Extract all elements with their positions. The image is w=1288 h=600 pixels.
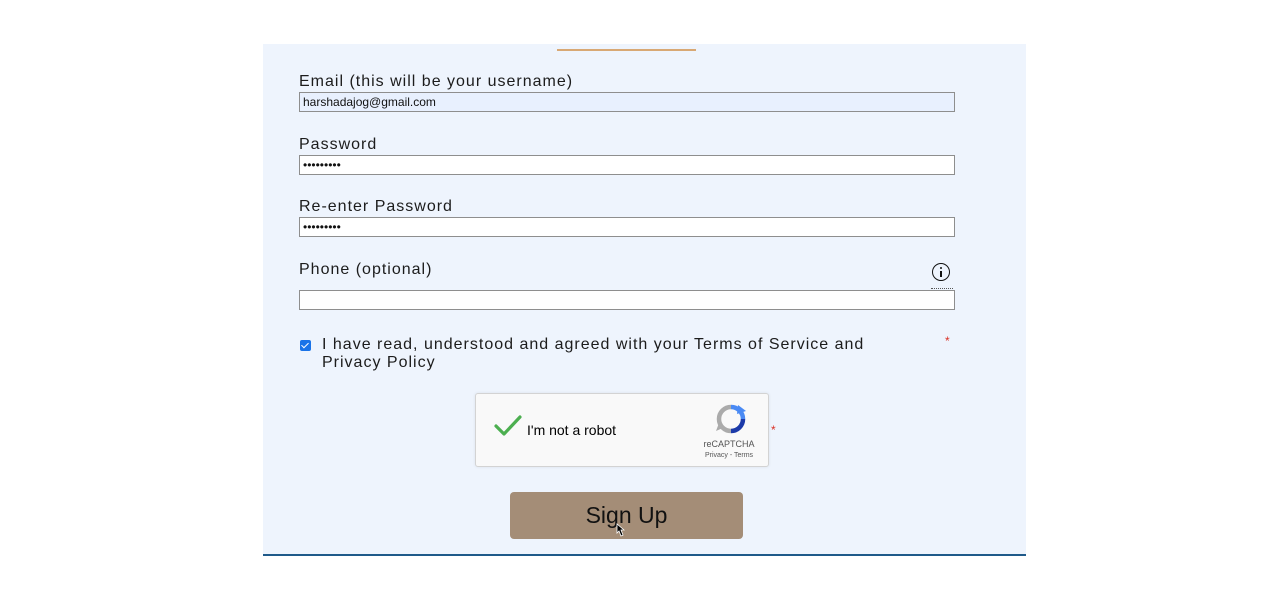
password-field[interactable]: •••••••••	[299, 155, 955, 175]
recaptcha-label: I'm not a robot	[527, 422, 617, 438]
phone-label: Phone (optional)	[299, 261, 433, 278]
info-icon[interactable]	[932, 263, 950, 281]
recaptcha-widget[interactable]: I'm not a robot reCAPTCHA Privacy - Term…	[475, 393, 769, 467]
recaptcha-required-marker: *	[771, 423, 776, 437]
terms-checkbox[interactable]	[300, 340, 311, 351]
email-label: Email (this will be your username)	[299, 73, 574, 90]
terms-text: I have read, understood and agreed with …	[322, 336, 865, 371]
recaptcha-brand: reCAPTCHA	[703, 439, 755, 449]
hand-pointer-cursor-icon	[616, 523, 625, 537]
password-label: Password	[299, 136, 378, 153]
phone-field[interactable]	[299, 290, 955, 310]
reenter-password-field[interactable]: •••••••••	[299, 217, 955, 237]
signup-page: Email (this will be your username) harsh…	[0, 0, 1288, 600]
checkmark-icon	[494, 415, 522, 436]
terms-required-marker: *	[945, 334, 950, 348]
reenter-password-label: Re-enter Password	[299, 198, 453, 215]
email-field[interactable]: harshadajog@gmail.com	[299, 92, 955, 112]
top-accent-bar	[557, 49, 696, 51]
signup-form: Email (this will be your username) harsh…	[263, 44, 1026, 556]
recaptcha-logo-icon	[716, 404, 746, 434]
sign-up-button[interactable]: Sign Up	[510, 492, 743, 539]
recaptcha-privacy-terms-links[interactable]: Privacy - Terms	[686, 452, 772, 459]
info-icon-underline	[931, 288, 953, 289]
